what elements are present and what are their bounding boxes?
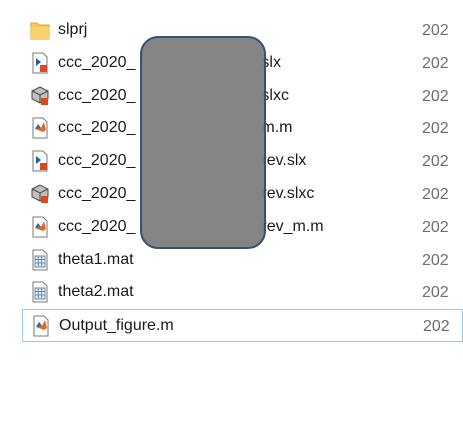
file-name-prefix: ccc_2020_ (58, 119, 136, 137)
file-date: 202 (422, 120, 449, 138)
file-name-suffix: rev.slx (261, 152, 307, 170)
file-name: Output_figure.m (59, 317, 174, 335)
file-date: 202 (423, 318, 450, 336)
file-date: 202 (422, 185, 449, 203)
simulink-model-icon (30, 150, 50, 172)
file-name-prefix: ccc_2020_ (58, 86, 136, 104)
folder-icon (30, 19, 50, 41)
file-name: theta2.mat (58, 283, 134, 301)
simulink-model-icon (30, 52, 50, 74)
list-item-output-figure[interactable]: Output_figure.m 202 (22, 309, 463, 342)
mat-file-icon (30, 281, 50, 303)
matlab-script-icon (30, 216, 50, 238)
file-date: 202 (422, 54, 449, 72)
file-date: 202 (422, 218, 449, 236)
file-date: 202 (422, 284, 449, 302)
file-name: theta1.mat (58, 250, 134, 268)
file-date: 202 (422, 153, 449, 171)
matlab-script-icon (30, 117, 50, 139)
file-name-suffix: rev_m.m (261, 217, 324, 235)
file-name-prefix: ccc_2020_ (58, 184, 136, 202)
file-name-prefix: ccc_2020_ (58, 152, 136, 170)
file-name-suffix: m.m (261, 119, 293, 137)
mat-file-icon (30, 249, 50, 271)
file-name: slprj (58, 21, 88, 38)
file-date: 202 (422, 22, 449, 39)
redaction-box (140, 36, 266, 249)
file-name-prefix: ccc_2020_ (58, 53, 136, 71)
file-name-prefix: ccc_2020_ (58, 217, 136, 235)
matlab-script-icon (31, 315, 51, 337)
file-date: 202 (422, 87, 449, 105)
file-name-suffix: rev.slxc (261, 184, 315, 202)
simulink-cache-icon (30, 85, 50, 107)
simulink-cache-icon (30, 183, 50, 205)
file-date: 202 (422, 251, 449, 269)
list-item-theta2[interactable]: theta2.mat 202 (0, 276, 463, 309)
